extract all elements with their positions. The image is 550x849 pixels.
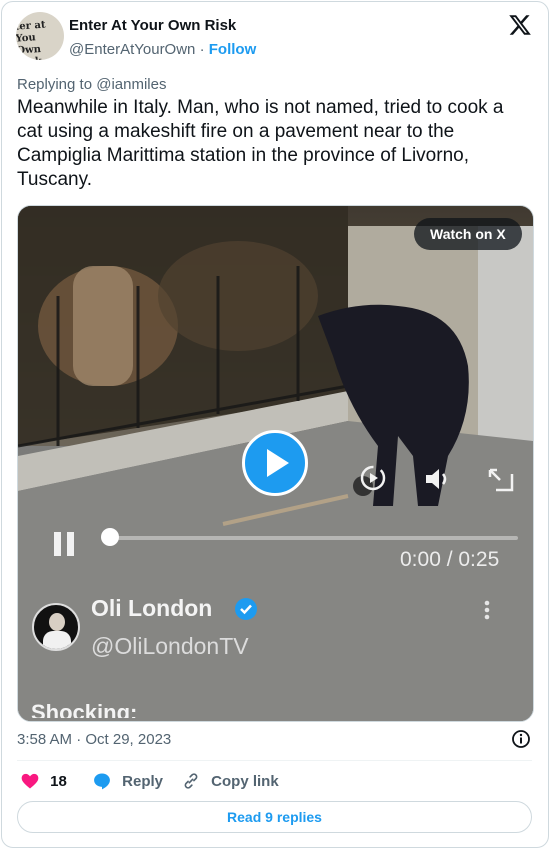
like-button[interactable]: 18 bbox=[20, 771, 67, 791]
info-icon[interactable] bbox=[511, 729, 531, 749]
pause-icon[interactable] bbox=[52, 530, 78, 558]
tweet-timestamp[interactable]: 3:58 AM · Oct 29, 2023 bbox=[17, 731, 171, 748]
more-options-icon[interactable] bbox=[482, 599, 492, 621]
overlay-name: Oli London bbox=[91, 595, 213, 621]
play-button[interactable] bbox=[242, 430, 308, 496]
video-time: 0:00 / 0:25 bbox=[400, 548, 500, 571]
replying-user-link[interactable]: @ianmiles bbox=[96, 76, 166, 93]
overlay-handle: @OliLondonTV bbox=[91, 633, 249, 659]
copy-link-label: Copy link bbox=[211, 772, 279, 790]
watch-on-x-button[interactable]: Watch on X bbox=[414, 218, 522, 250]
replying-to: Replying to @ianmiles bbox=[17, 76, 166, 93]
link-icon bbox=[184, 773, 198, 789]
reply-label: Reply bbox=[122, 772, 164, 790]
author-handle[interactable]: @EnterAtYourOwn bbox=[69, 41, 195, 58]
volume-icon[interactable] bbox=[423, 465, 453, 493]
avatar-text-line1: ter at You bbox=[16, 19, 46, 45]
follow-button[interactable]: Follow bbox=[209, 41, 257, 58]
author-handle-row: @EnterAtYourOwn · Follow bbox=[69, 41, 256, 58]
reply-bubble-icon bbox=[94, 773, 110, 790]
reply-button[interactable]: Reply bbox=[92, 771, 163, 791]
progress-track[interactable] bbox=[106, 536, 518, 540]
replying-prefix: Replying to bbox=[17, 76, 97, 93]
tweet-text: Meanwhile in Italy. Man, who is not name… bbox=[17, 97, 504, 190]
overlay-caption: Shocking: bbox=[31, 700, 138, 718]
x-logo-icon[interactable] bbox=[508, 13, 532, 37]
progress-scrubber[interactable] bbox=[101, 528, 119, 546]
verified-badge-icon bbox=[235, 598, 257, 620]
author-name[interactable]: Enter At Your Own Risk bbox=[69, 17, 236, 34]
read-replies-button[interactable]: Read 9 replies bbox=[17, 801, 532, 833]
divider bbox=[17, 760, 532, 761]
avatar-text-line2: Own Risk bbox=[16, 43, 42, 60]
replay-icon[interactable] bbox=[358, 463, 388, 493]
separator-dot: · bbox=[199, 41, 205, 58]
author-avatar[interactable]: ter at You Own Risk bbox=[16, 12, 64, 60]
overlay-avatar bbox=[32, 603, 80, 651]
avatar-image: ter at You Own Risk bbox=[16, 18, 64, 60]
heart-icon bbox=[21, 773, 39, 789]
play-icon bbox=[267, 449, 289, 477]
copy-link-button[interactable]: Copy link bbox=[181, 771, 279, 791]
fullscreen-icon[interactable] bbox=[486, 466, 516, 494]
like-count: 18 bbox=[50, 772, 67, 790]
